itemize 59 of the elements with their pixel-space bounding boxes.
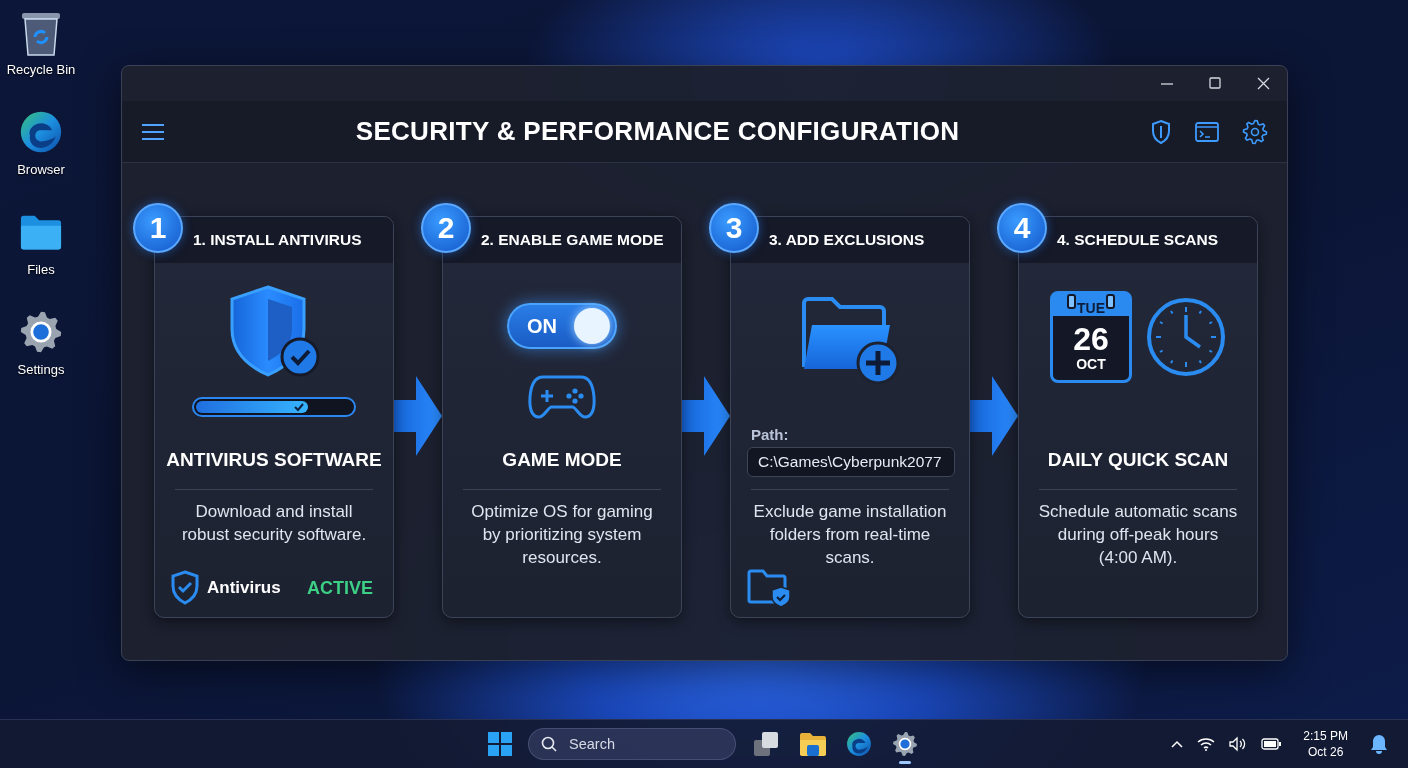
step-title: DAILY QUICK SCAN [1046, 448, 1230, 471]
step-title: GAME MODE [501, 448, 623, 471]
footer-label: Antivirus [207, 578, 281, 598]
shield-icon[interactable] [1151, 119, 1171, 144]
step-number-badge: 1 [133, 203, 183, 253]
clock-time: 2:15 PM [1303, 728, 1348, 744]
step-description: Schedule automatic scans during off-peak hours (4:00 AM). [1037, 501, 1239, 569]
battery-icon[interactable] [1261, 738, 1282, 750]
gamepad-icon [529, 373, 595, 419]
step-number-badge: 4 [997, 203, 1047, 253]
desktop-icon-label: Files [27, 262, 55, 277]
check-icon [294, 403, 305, 411]
gear-icon[interactable] [19, 310, 63, 354]
bell-icon[interactable] [1370, 734, 1388, 754]
step-description: Exclude game installation folders from real-time scans. [752, 501, 948, 569]
step-description: Optimize OS for gaming by prioritizing system resources. [470, 501, 654, 569]
step-number-badge: 2 [421, 203, 471, 253]
clock-icon [1146, 297, 1226, 377]
window-title: SECURITY & PERFORMANCE CONFIGURATION [354, 116, 961, 147]
desktop-icon-label: Settings [17, 362, 65, 377]
step-title: ANTIVIRUS SOFTWARE [165, 448, 383, 471]
calendar-month: OCT [1076, 356, 1106, 372]
step-number-badge: 3 [709, 203, 759, 253]
path-label: Path: [751, 426, 790, 443]
browser-icon[interactable] [846, 731, 872, 757]
calendar-ring [1106, 294, 1115, 309]
terminal-icon[interactable] [1195, 121, 1219, 142]
calendar-ring [1067, 294, 1076, 309]
folder-icon[interactable] [19, 213, 63, 251]
desktop-icon-label: Recycle Bin [6, 62, 76, 77]
step-description: Download and install robust security software. [180, 501, 368, 546]
browser-icon[interactable] [19, 110, 63, 154]
volume-icon[interactable] [1229, 737, 1248, 751]
search-field[interactable]: Search [528, 728, 736, 760]
step-heading: 3. ADD EXCLUSIONS [769, 231, 925, 249]
step-heading: 2. ENABLE GAME MODE [481, 231, 664, 249]
desktop-icon-label: Browser [17, 162, 65, 177]
folder-plus-icon [800, 295, 900, 385]
search-icon [541, 736, 557, 752]
menu-icon[interactable] [142, 123, 164, 140]
step-heading: 1. INSTALL ANTIVIRUS [193, 231, 362, 249]
gear-icon[interactable] [892, 731, 918, 757]
calendar-day: TUE [1077, 300, 1105, 316]
calendar-date: 26 [1073, 322, 1109, 356]
clock-date: Oct 26 [1307, 744, 1344, 760]
folder-icon[interactable] [799, 731, 827, 757]
search-placeholder: Search [569, 736, 615, 752]
task-view-icon[interactable] [754, 732, 780, 756]
clock[interactable]: 2:15 PM Oct 26 [1303, 728, 1348, 760]
path-field[interactable]: C:\Games\Cyberpunk2077 [747, 447, 955, 477]
wifi-icon[interactable] [1197, 737, 1216, 751]
settings-icon[interactable] [1243, 119, 1267, 144]
start-icon[interactable] [488, 732, 512, 756]
step-heading: 4. SCHEDULE SCANS [1057, 231, 1219, 249]
chevron-up-icon[interactable] [1171, 740, 1184, 748]
shield-check-icon [171, 571, 199, 605]
status-text: ACTIVE [307, 577, 373, 599]
folder-shield-icon [747, 569, 791, 607]
toggle-switch[interactable]: ON [507, 303, 617, 349]
